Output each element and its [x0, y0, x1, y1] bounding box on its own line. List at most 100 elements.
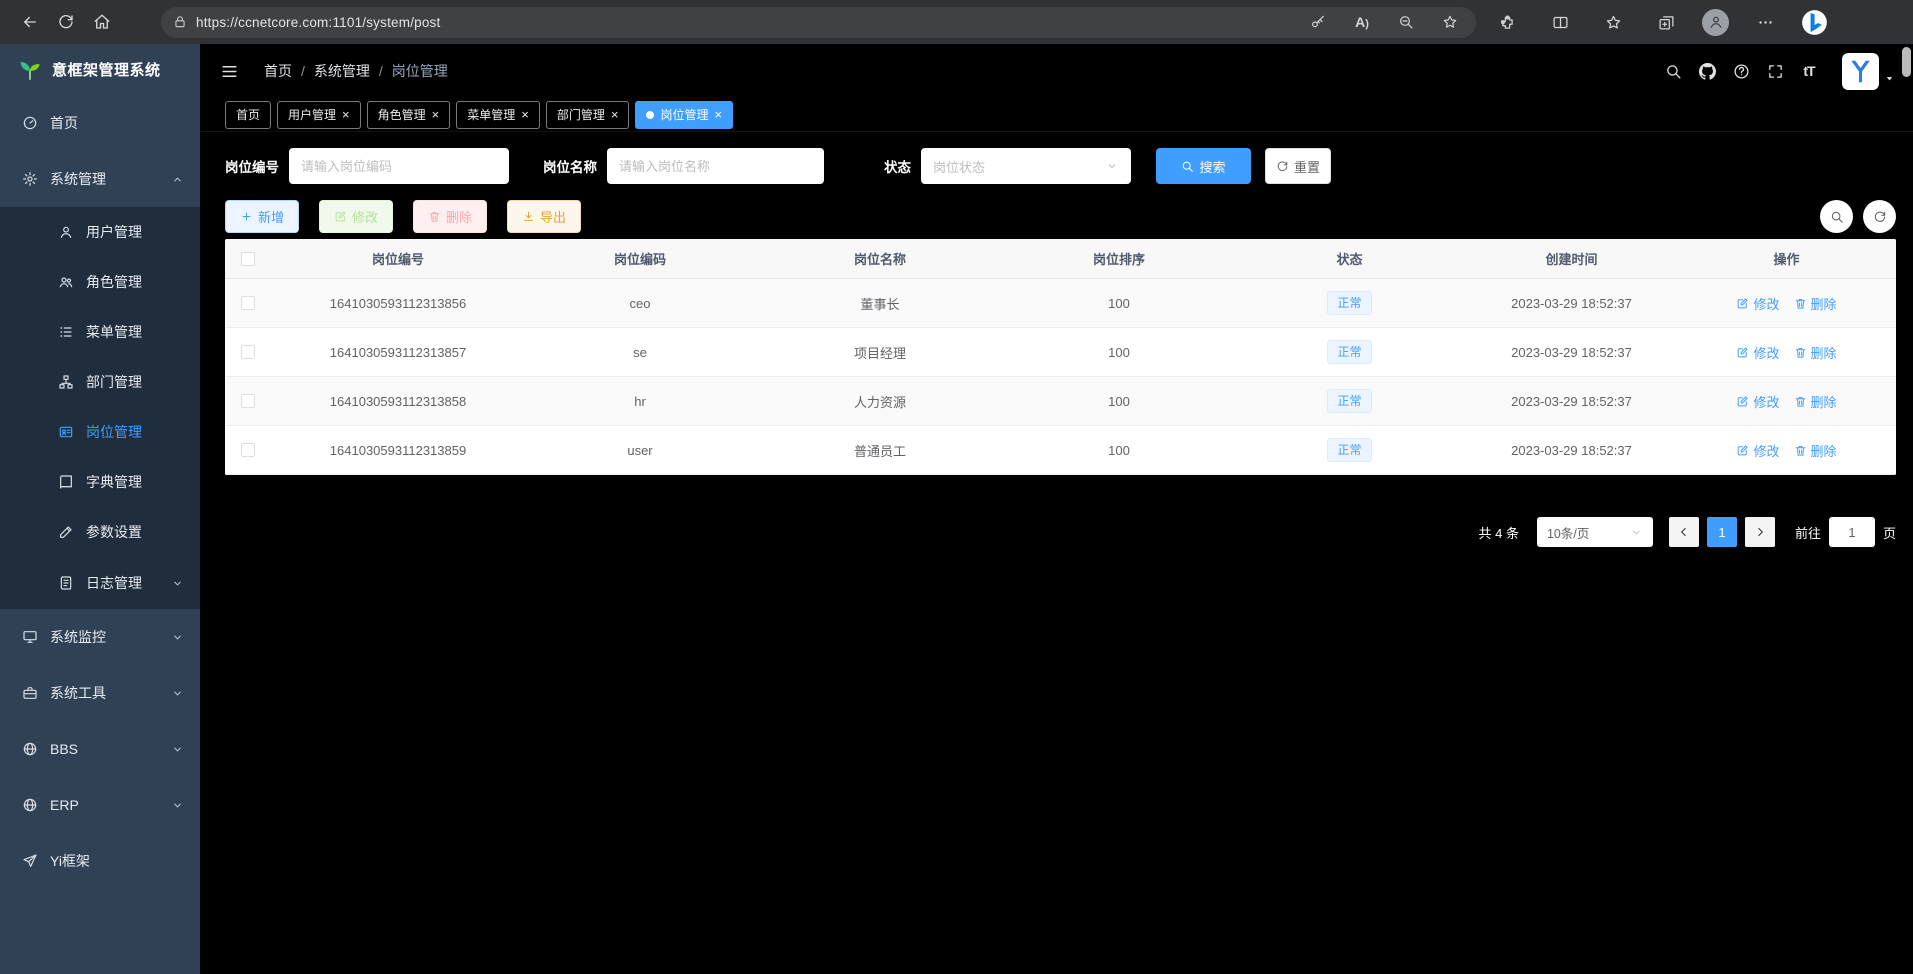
search-icon[interactable]: [1656, 54, 1690, 88]
edit-link[interactable]: 修改: [1736, 294, 1779, 313]
add-button[interactable]: 新增: [225, 200, 299, 233]
search-button[interactable]: 搜索: [1156, 148, 1251, 184]
sidebar-item-system-tools[interactable]: 系统工具: [0, 665, 200, 721]
tab-close-icon[interactable]: ×: [342, 108, 350, 121]
breadcrumb-system-management[interactable]: 系统管理: [314, 61, 370, 81]
search-icon: [1181, 160, 1194, 173]
sidebar-item-system-monitoring[interactable]: 系统监控: [0, 609, 200, 665]
edit-link[interactable]: 修改: [1736, 343, 1779, 362]
status-badge: 正常: [1327, 291, 1371, 315]
table-header-row: 岗位编号 岗位编码 岗位名称 岗位排序 状态 创建时间 操作: [225, 239, 1896, 279]
split-screen-icon[interactable]: [1543, 5, 1577, 39]
sidebar-item-role-management[interactable]: 角色管理: [0, 257, 200, 307]
select-all-checkbox[interactable]: [241, 252, 255, 266]
row-checkbox[interactable]: [241, 443, 255, 457]
bing-copilot-icon[interactable]: [1801, 9, 1828, 36]
users-icon: [58, 274, 74, 290]
edit-link[interactable]: 修改: [1736, 441, 1779, 460]
toggle-search-button[interactable]: [1820, 200, 1853, 233]
edit-button[interactable]: 修改: [319, 200, 393, 233]
zoom-out-icon[interactable]: [1394, 10, 1418, 34]
reset-button[interactable]: 重置: [1265, 148, 1331, 184]
cell-post-name: 项目经理: [755, 343, 1005, 362]
sidebar-item-erp[interactable]: ERP: [0, 777, 200, 833]
address-bar[interactable]: https://ccnetcore.com:1101/system/post A…: [161, 7, 1476, 38]
refresh-icon: [1873, 210, 1887, 224]
tab-close-icon[interactable]: ×: [714, 108, 722, 121]
current-page-button[interactable]: 1: [1707, 517, 1737, 547]
row-checkbox[interactable]: [241, 296, 255, 310]
delete-button[interactable]: 删除: [413, 200, 487, 233]
password-key-icon[interactable]: [1306, 10, 1330, 34]
browser-menu-ellipsis-icon[interactable]: [1748, 5, 1782, 39]
export-button[interactable]: 导出: [507, 200, 581, 233]
tab-home[interactable]: 首页: [225, 101, 271, 129]
sidebar-item-log-management[interactable]: 日志管理: [0, 557, 200, 609]
reset-button-label: 重置: [1294, 157, 1320, 176]
delete-link[interactable]: 删除: [1794, 343, 1837, 362]
next-page-button[interactable]: [1745, 517, 1775, 547]
tab-role-management[interactable]: 角色管理 ×: [367, 101, 451, 129]
sidebar-item-user-management[interactable]: 用户管理: [0, 207, 200, 257]
sidebar-item-label: 系统管理: [50, 169, 106, 189]
collections-icon[interactable]: [1649, 5, 1683, 39]
prev-page-button[interactable]: [1669, 517, 1699, 547]
extensions-puzzle-icon[interactable]: [1490, 5, 1524, 39]
browser-profile-avatar[interactable]: [1702, 9, 1729, 36]
tab-close-icon[interactable]: ×: [611, 108, 619, 121]
favorite-star-icon[interactable]: [1438, 10, 1462, 34]
sidebar-item-menu-management[interactable]: 菜单管理: [0, 307, 200, 357]
favorites-bar-icon[interactable]: [1596, 5, 1630, 39]
globe-icon: [22, 797, 38, 813]
status-select-placeholder: 岗位状态: [933, 157, 985, 176]
post-code-input[interactable]: [289, 148, 509, 184]
user-avatar[interactable]: [1842, 53, 1879, 90]
github-icon[interactable]: [1690, 54, 1724, 88]
sidebar-collapse-icon[interactable]: [218, 60, 240, 82]
help-question-icon[interactable]: [1724, 54, 1758, 88]
row-checkbox[interactable]: [241, 394, 255, 408]
sidebar-item-system-management[interactable]: 系统管理: [0, 151, 200, 207]
refresh-table-button[interactable]: [1863, 200, 1896, 233]
delete-link[interactable]: 删除: [1794, 441, 1837, 460]
sidebar-item-bbs[interactable]: BBS: [0, 721, 200, 777]
tab-close-icon[interactable]: ×: [432, 108, 440, 121]
breadcrumb-home[interactable]: 首页: [264, 61, 292, 81]
sidebar-item-home[interactable]: 首页: [0, 95, 200, 151]
avatar-caret-down-icon[interactable]: [1884, 73, 1895, 84]
browser-refresh-button[interactable]: [48, 5, 84, 39]
cell-post-name: 董事长: [755, 294, 1005, 313]
browser-back-button[interactable]: [12, 5, 48, 39]
text-size-icon[interactable]: tT: [1792, 54, 1826, 88]
browser-home-button[interactable]: [84, 5, 120, 39]
app-logo[interactable]: 意框架管理系统: [0, 44, 200, 95]
sidebar-item-post-management[interactable]: 岗位管理: [0, 407, 200, 457]
fullscreen-icon[interactable]: [1758, 54, 1792, 88]
tab-menu-management[interactable]: 菜单管理 ×: [456, 101, 540, 129]
status-select[interactable]: 岗位状态: [921, 148, 1131, 184]
read-aloud-icon[interactable]: A): [1350, 10, 1374, 34]
tab-post-management[interactable]: 岗位管理 ×: [635, 101, 733, 129]
tab-close-icon[interactable]: ×: [521, 108, 529, 121]
sidebar-item-dictionary-management[interactable]: 字典管理: [0, 457, 200, 507]
goto-page-input[interactable]: [1829, 517, 1875, 547]
sidebar-item-parameter-settings[interactable]: 参数设置: [0, 507, 200, 557]
lock-icon: [173, 15, 187, 29]
sidebar-item-yi-framework[interactable]: Yi框架: [0, 833, 200, 889]
page-size-select[interactable]: 10条/页: [1537, 517, 1653, 547]
chevron-down-icon: [171, 799, 184, 812]
goto-label: 前往: [1795, 523, 1821, 542]
browser-chrome: https://ccnetcore.com:1101/system/post A…: [0, 0, 1913, 44]
sidebar-item-department-management[interactable]: 部门管理: [0, 357, 200, 407]
tab-department-management[interactable]: 部门管理 ×: [546, 101, 630, 129]
table-row: 1641030593112313859 user 普通员工 100 正常 202…: [225, 426, 1896, 475]
delete-link[interactable]: 删除: [1794, 392, 1837, 411]
edit-link[interactable]: 修改: [1736, 392, 1779, 411]
sidebar-item-label: BBS: [50, 741, 78, 757]
row-checkbox[interactable]: [241, 345, 255, 359]
page-scrollbar-thumb[interactable]: [1902, 47, 1911, 77]
trash-icon: [1794, 297, 1807, 310]
tab-user-management[interactable]: 用户管理 ×: [277, 101, 361, 129]
post-name-input[interactable]: [607, 148, 824, 184]
delete-link[interactable]: 删除: [1794, 294, 1837, 313]
